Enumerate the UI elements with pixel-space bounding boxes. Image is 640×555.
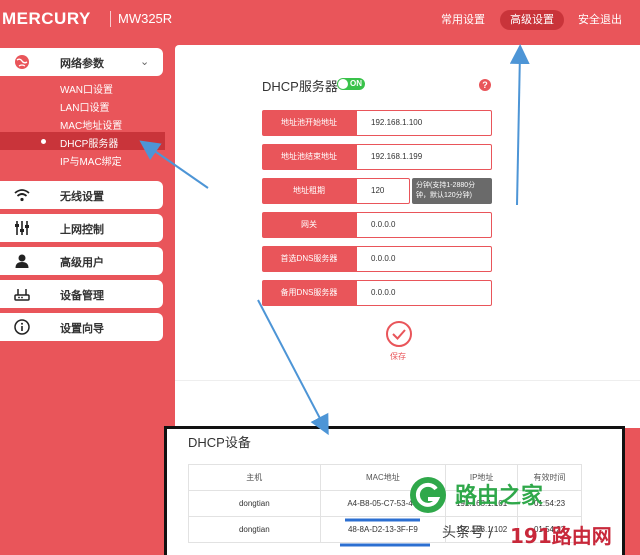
watermark-brand: 路由之家 [455,484,544,509]
field-label: 地址池结束地址 [262,144,356,170]
sidebar-group-advanced-users[interactable]: 高级用户 [0,247,163,275]
sidebar-group-label: 设备管理 [60,290,104,302]
toggle-label: ON [350,79,362,88]
secondary-dns-input[interactable]: 0.0.0.0 [356,280,492,306]
pool-end-input[interactable]: 192.168.1.199 [356,144,492,170]
sidebar-item-dhcp[interactable]: DHCP服务器 [0,132,165,150]
sidebar-group-label: 无线设置 [60,191,104,203]
gateway-input[interactable]: 0.0.0.0 [356,212,492,238]
top-bar: MERCURY MW325R 常用设置 高级设置 安全退出 [0,0,640,40]
column-header: 主机 [188,464,321,491]
sidebar-item-wan[interactable]: WAN口设置 [0,78,165,96]
chevron-down-icon: ⌄ [140,55,150,68]
cell-host: dongtian [188,490,321,517]
globe-icon [15,55,29,69]
cell-mac: 48-8A-D2-13-3F-F9 [319,516,447,543]
save-button[interactable] [386,321,412,347]
sliders-icon [15,221,29,235]
field-label: 首选DNS服务器 [262,246,356,272]
field-label: 备用DNS服务器 [262,280,356,306]
nav-common-settings[interactable]: 常用设置 [441,10,485,30]
sidebar-group-label: 网络参数 [60,58,104,70]
sidebar-group-label: 高级用户 [60,257,104,269]
sidebar-group-setup-wizard[interactable]: 设置向导 [0,313,163,341]
watermark-domain: 191路由网 [510,524,612,548]
info-icon [14,319,30,335]
nav-advanced-settings[interactable]: 高级设置 [500,10,564,30]
sidebar-item-lan[interactable]: LAN口设置 [0,96,165,114]
watermark-logo [410,477,446,513]
wifi-icon [14,189,30,202]
page-title: DHCP服务器 [262,79,338,94]
sidebar-group-wireless[interactable]: 无线设置 [0,181,163,209]
sidebar-item-label: WAN口设置 [60,85,113,96]
help-icon[interactable]: ? [479,79,491,91]
field-label: 地址池开始地址 [262,110,356,136]
nav-logout[interactable]: 安全退出 [578,10,622,30]
sidebar-item-label: IP与MAC绑定 [60,157,122,168]
sidebar-group-label: 上网控制 [60,224,104,236]
lease-time-input[interactable]: 120 [356,178,410,204]
sidebar-item-label: DHCP服务器 [60,139,119,150]
sidebar-item-mac[interactable]: MAC地址设置 [0,114,165,132]
save-button-label[interactable]: 保存 [390,351,406,362]
toggle-knob [338,79,348,89]
sidebar-item-ip-mac-binding[interactable]: IP与MAC绑定 [0,150,165,168]
sidebar-group-device-management[interactable]: 设备管理 [0,280,163,308]
sidebar-group-label: 设置向导 [60,323,104,335]
model-name: MW325R [118,11,173,26]
user-icon [15,254,29,268]
device-list-title: DHCP设备 [188,435,251,450]
lease-time-hint: 分钟(支持1-2880分钟，默认120分钟) [412,178,492,204]
divider [175,380,640,381]
field-label: 网关 [262,212,356,238]
pool-start-input[interactable]: 192.168.1.100 [356,110,492,136]
checkmark-icon [392,329,406,340]
sidebar-item-label: LAN口设置 [60,103,110,114]
sidebar-group-network[interactable]: 网络参数 ⌄ [0,48,163,76]
router-icon [14,289,30,301]
watermark-source: 头条号 / [442,525,494,541]
active-dot-icon [41,139,46,144]
dhcp-toggle[interactable]: ON [337,78,365,90]
brand-divider [110,11,111,27]
cell-host: dongtian [188,516,321,543]
primary-dns-input[interactable]: 0.0.0.0 [356,246,492,272]
sidebar-item-label: MAC地址设置 [60,121,123,132]
sidebar-group-access-control[interactable]: 上网控制 [0,214,163,242]
field-label: 地址租期 [262,178,356,204]
brand-logo: MERCURY [2,9,91,28]
